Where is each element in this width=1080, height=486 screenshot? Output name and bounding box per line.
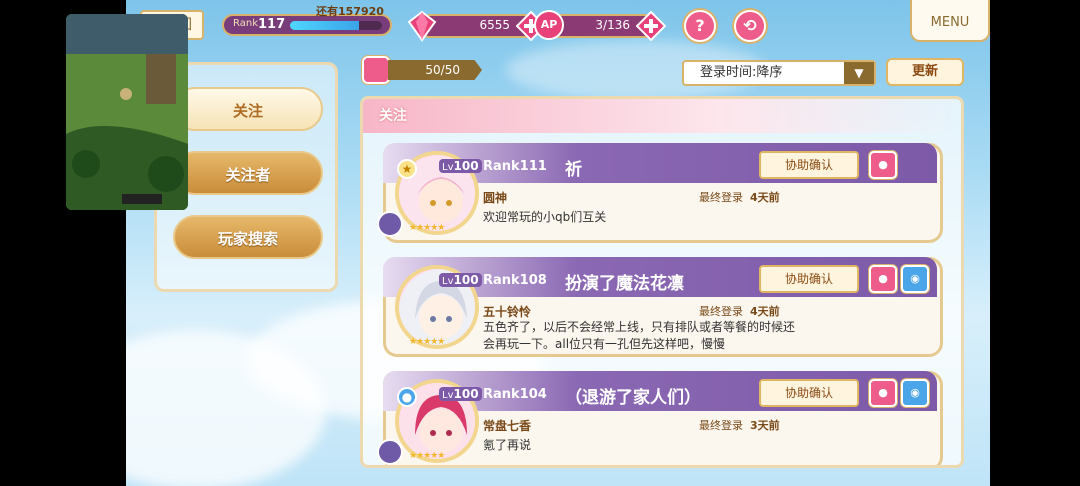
friend-icon [362,56,390,84]
list-item[interactable]: Lv100 ★★★★★ Rank108 扮演了魔法花凛 协助确认 ● ◉ 五十铃… [383,257,943,357]
assist-confirm-button[interactable]: 协助确认 [759,265,859,293]
friend-status-icon[interactable]: ● [869,265,897,293]
gem-icon [407,10,437,42]
level-value: 100 [453,159,479,173]
player-name: （退游了家人们） [565,388,701,408]
ap-icon: AP [534,10,564,40]
water-badge-icon: ● [397,387,417,407]
follow-count-value: 50/50 [388,60,482,80]
attribute-icon [377,211,403,237]
assist-confirm-button[interactable]: 协助确认 [759,151,859,179]
switch-button[interactable]: ⟲ [734,10,766,42]
assist-label: 协助确认 [784,158,833,172]
lv-prefix: Lv [442,276,454,287]
star-badge-icon: ★ [397,159,417,179]
game-screen: 回 Rank 117 还有157920 6555 AP 3/136 ? ⟲ ME… [126,0,990,486]
follow-back-icon[interactable]: ◉ [901,379,929,407]
last-login-value: 4天前 [750,191,780,204]
rarity-stars: ★★★★★ [409,223,445,233]
menu-label: MENU [930,15,970,30]
player-comment: 欢迎常玩的小qb们互关 [483,210,607,224]
rank-remaining: 还有157920 [316,5,384,18]
tab-followers[interactable]: 关注者 [173,151,323,195]
floating-video-window[interactable] [66,14,188,210]
player-comment: 氪了再说 [483,438,532,452]
rank-value: 117 [258,17,286,32]
tab-label: 关注 [232,102,263,120]
tab-label: 玩家搜索 [217,230,278,248]
last-login: 最终登录 3天前 [699,417,780,433]
attribute-icon [377,439,403,465]
level-badge: Lv100 [439,159,482,173]
friend-status-icon[interactable]: ● [869,151,897,179]
rarity-stars: ★★★★★ [409,451,445,461]
tab-following[interactable]: 关注 [173,87,323,131]
assist-label: 协助确认 [784,272,833,286]
lv-prefix: Lv [442,390,454,401]
level-value: 100 [453,387,479,401]
sort-dropdown[interactable]: 登录时间:降序 ▼ [682,60,876,86]
rarity-stars: ★★★★★ [409,337,445,347]
help-icon: ? [695,16,705,35]
gems-counter: 6555 [407,10,546,42]
last-login-label: 最终登录 [699,191,743,204]
level-badge: Lv100 [439,273,482,287]
friend-status-icon[interactable]: ● [869,379,897,407]
follow-back-icon[interactable]: ◉ [901,265,929,293]
add-ap-button[interactable] [636,11,666,41]
level-value: 100 [453,273,479,287]
player-rank: Rank111 [483,159,547,174]
ap-value: 3/136 [595,18,630,32]
ap-counter: AP 3/136 [534,10,666,41]
list-item[interactable]: Lv100 ● ★★★★★ Rank104 （退游了家人们） 协助确认 ● ◉ … [377,371,943,465]
character-name: 五十铃怜 [483,305,532,319]
list-header: 关注 [363,99,961,133]
character-name: 圆神 [483,191,508,205]
refresh-cycle-icon: ⟲ [743,16,757,35]
last-login-value: 4天前 [750,305,780,318]
refresh-label: 更新 [911,64,938,79]
chevron-down-icon[interactable]: ▼ [844,62,874,84]
gems-value: 6555 [479,18,510,32]
player-rank: Rank108 [483,273,547,288]
help-button[interactable]: ? [684,10,716,42]
rank-progress [290,21,382,30]
last-login-label: 最终登录 [699,305,743,318]
follow-count: 50/50 [362,56,482,84]
player-name: 祈 [565,160,582,180]
follow-list-panel: 关注 Lv100 ★ ★★★★★ Rank111 祈 协助确认 ● 圆神 最终登… [360,96,964,468]
sort-value: 登录时间:降序 [700,65,783,80]
player-comment: 五色齐了，以后不会经常上线，只有排队或者等餐的时候还会再玩一下。all位只有一孔… [483,320,796,351]
player-name: 扮演了魔法花凛 [565,274,684,294]
assist-confirm-button[interactable]: 协助确认 [759,379,859,407]
rank-label: Rank [233,18,258,29]
last-login: 最终登录 4天前 [699,189,780,205]
tab-player-search[interactable]: 玩家搜索 [173,215,323,259]
menu-button[interactable]: MENU [910,0,990,42]
rank-progress-fill [290,21,359,30]
assist-label: 协助确认 [784,386,833,400]
lv-prefix: Lv [442,162,454,173]
last-login: 最终登录 4天前 [699,303,780,319]
last-login-label: 最终登录 [699,419,743,432]
level-badge: Lv100 [439,387,482,401]
video-thumbnail [66,14,188,210]
refresh-button[interactable]: 更新 [886,58,964,86]
player-rank: Rank104 [483,387,547,402]
tab-label: 关注者 [225,166,271,184]
last-login-value: 3天前 [750,419,780,432]
rank-bar: Rank 117 还有157920 [222,5,392,36]
list-item[interactable]: Lv100 ★ ★★★★★ Rank111 祈 协助确认 ● 圆神 最终登录 4… [377,143,943,243]
character-name: 常盘七香 [483,419,532,433]
